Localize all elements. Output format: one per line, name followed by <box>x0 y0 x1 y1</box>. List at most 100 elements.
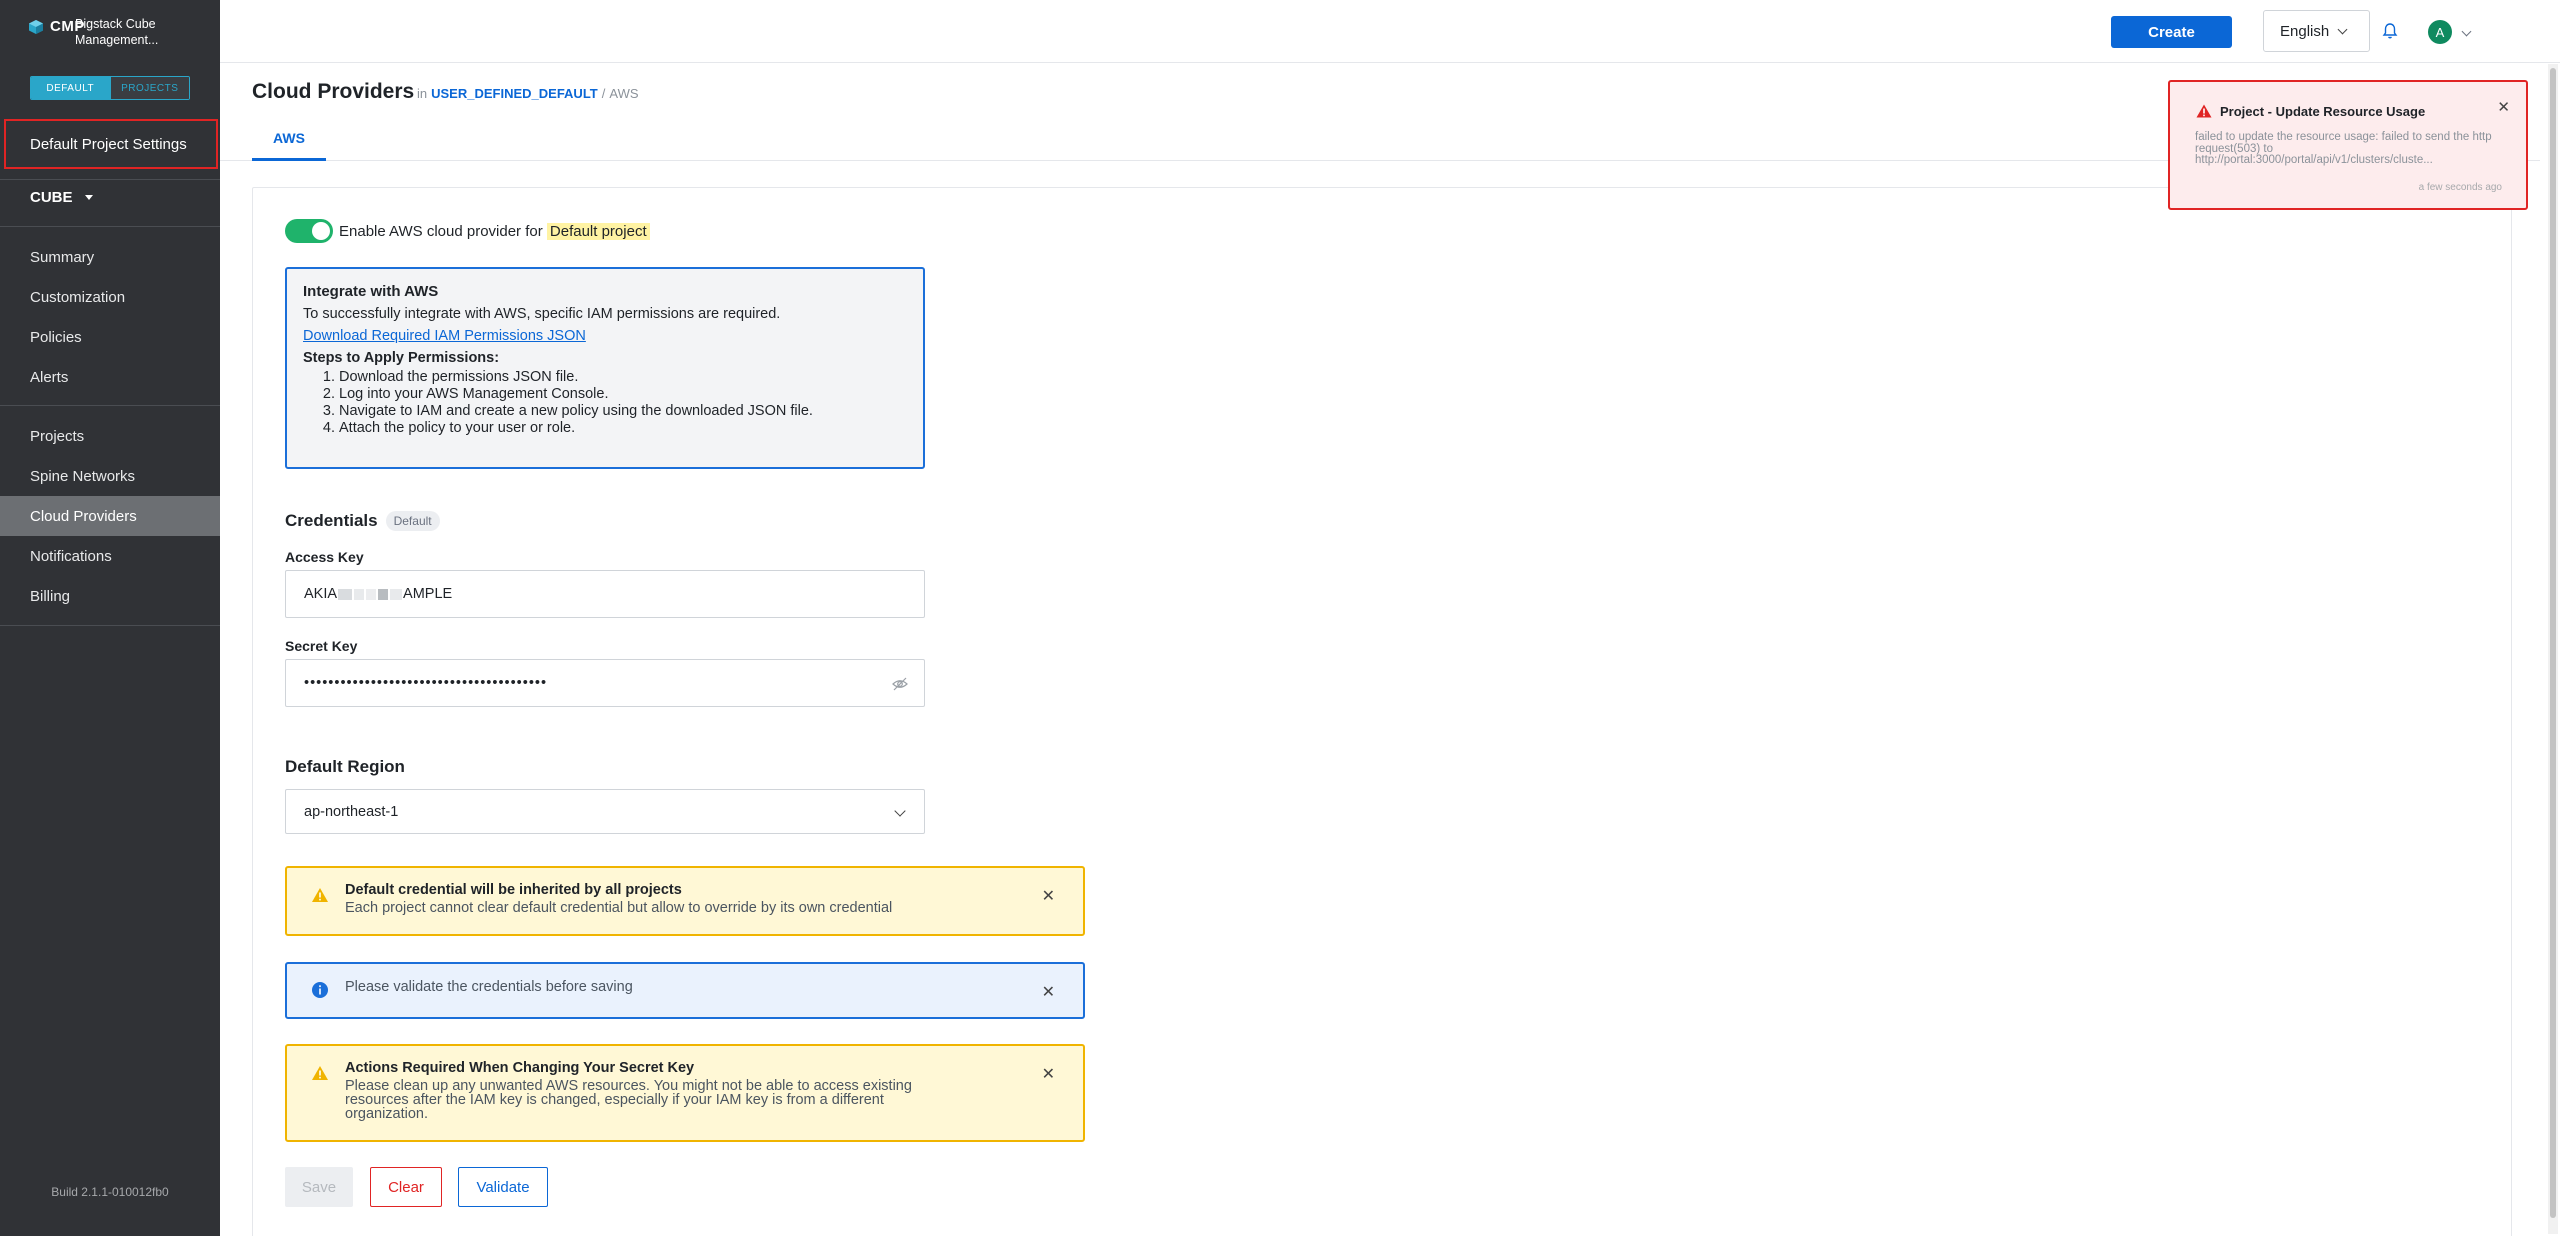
app-name: Bigstack Cube Management... <box>75 16 205 48</box>
secret-key-value: •••••••••••••••••••••••••••••••••••••••• <box>304 675 548 691</box>
language-value: English <box>2280 22 2330 40</box>
validate-button[interactable]: Validate <box>458 1167 548 1207</box>
validate-info-alert: Please validate the credentials before s… <box>285 962 1085 1019</box>
app-name-line2: Management... <box>75 33 159 47</box>
avatar[interactable]: A <box>2428 20 2452 44</box>
cube-selector-label: CUBE <box>30 189 73 206</box>
close-icon[interactable]: ✕ <box>1042 1064 1055 1084</box>
error-toast: Project - Update Resource Usage ✕ failed… <box>2168 80 2528 210</box>
toast-timestamp: a few seconds ago <box>2418 182 2502 193</box>
sidebar-divider <box>0 625 220 626</box>
chevron-down-icon <box>2337 24 2348 34</box>
scrollbar-thumb[interactable] <box>2550 68 2556 1218</box>
steps-list: Download the permissions JSON file. Log … <box>303 369 907 437</box>
error-warning-icon <box>2196 104 2212 118</box>
sidebar-item-cloud-providers[interactable]: Cloud Providers <box>0 496 220 536</box>
step-item: Attach the policy to your user or role. <box>339 420 907 437</box>
credentials-default-badge: Default <box>385 511 440 531</box>
enable-label-highlight: Default project <box>546 223 650 240</box>
app-name-line1: Bigstack Cube <box>75 17 156 31</box>
sidebar-divider <box>0 179 220 180</box>
access-key-prefix: AKIA <box>304 586 338 602</box>
page-title: Cloud Providers <box>252 80 415 103</box>
integrate-aws-panel: Integrate with AWS To successfully integ… <box>285 267 925 469</box>
breadcrumb-provider: AWS <box>609 86 639 101</box>
breadcrumb: in USER_DEFINED_DEFAULT / AWS <box>417 86 639 101</box>
alert-title: Default credential will be inherited by … <box>345 882 682 898</box>
close-icon[interactable]: ✕ <box>1042 982 1055 1002</box>
breadcrumb-separator: / <box>601 86 606 101</box>
secret-key-label: Secret Key <box>285 638 358 654</box>
credentials-heading: Credentials Default <box>285 511 440 531</box>
breadcrumb-scope-link[interactable]: USER_DEFINED_DEFAULT <box>431 86 598 101</box>
redaction-mask <box>378 588 389 600</box>
toast-message: failed to update the resource usage: fai… <box>2195 131 2492 166</box>
create-button[interactable]: Create <box>2111 16 2232 48</box>
sidebar-item-projects[interactable]: Projects <box>0 416 220 456</box>
toggle-knob <box>312 222 330 240</box>
secret-key-warning-alert: Actions Required When Changing Your Secr… <box>285 1044 1085 1142</box>
warning-icon <box>312 1066 328 1080</box>
mode-toggle: DEFAULT PROJECTS <box>30 76 190 100</box>
secret-key-input[interactable]: •••••••••••••••••••••••••••••••••••••••• <box>285 659 925 707</box>
download-permissions-link[interactable]: Download Required IAM Permissions JSON <box>303 328 586 344</box>
steps-title: Steps to Apply Permissions: <box>303 350 500 366</box>
access-key-label: Access Key <box>285 549 364 565</box>
sidebar-item-notifications[interactable]: Notifications <box>0 536 220 576</box>
sidebar-item-billing[interactable]: Billing <box>0 576 220 616</box>
alert-title: Actions Required When Changing Your Secr… <box>345 1060 695 1076</box>
save-button[interactable]: Save <box>285 1167 353 1207</box>
breadcrumb-in: in <box>417 86 428 101</box>
sidebar-item-summary[interactable]: Summary <box>0 237 220 277</box>
sidebar-item-alerts[interactable]: Alerts <box>0 357 220 397</box>
redaction-mask <box>366 588 377 600</box>
step-item: Log into your AWS Management Console. <box>339 386 907 403</box>
alert-body: Please validate the credentials before s… <box>345 979 633 995</box>
region-select[interactable]: ap-northeast-1 <box>285 789 925 834</box>
credentials-title: Credentials <box>285 511 378 530</box>
sidebar-item-spine-networks[interactable]: Spine Networks <box>0 456 220 496</box>
chevron-down-icon <box>894 805 906 817</box>
chevron-down-icon[interactable] <box>2461 26 2472 37</box>
redaction-mask <box>338 588 353 600</box>
info-icon <box>312 982 328 998</box>
enable-label-text: Enable AWS cloud provider for <box>339 223 543 240</box>
step-item: Download the permissions JSON file. <box>339 369 907 386</box>
cube-logo-icon <box>29 19 43 34</box>
default-region-title: Default Region <box>285 757 405 776</box>
close-icon[interactable]: ✕ <box>1042 886 1055 906</box>
sidebar-item-customization[interactable]: Customization <box>0 277 220 317</box>
sidebar-item-policies[interactable]: Policies <box>0 317 220 357</box>
caret-down-icon <box>84 195 93 200</box>
inherit-warning-alert: Default credential will be inherited by … <box>285 866 1085 936</box>
clear-button[interactable]: Clear <box>370 1167 442 1207</box>
eye-off-icon[interactable] <box>892 676 908 692</box>
sidebar-divider <box>0 226 220 227</box>
tab-aws[interactable]: AWS <box>252 118 326 161</box>
toast-title: Project - Update Resource Usage <box>2220 104 2426 119</box>
sidebar-divider <box>0 405 220 406</box>
redaction-mask <box>390 588 403 600</box>
alert-body: Each project cannot clear default creden… <box>345 900 893 916</box>
build-version: Build 2.1.1-010012fb0 <box>51 1185 169 1199</box>
access-key-input[interactable]: AKIA AMPLE <box>285 570 925 618</box>
region-value: ap-northeast-1 <box>304 803 399 820</box>
default-project-settings-link[interactable]: Default Project Settings <box>4 119 218 169</box>
integrate-title: Integrate with AWS <box>303 283 439 300</box>
enable-aws-label: Enable AWS cloud provider for Default pr… <box>339 223 650 240</box>
page-scrollbar[interactable] <box>2548 64 2558 1234</box>
mode-projects-tab[interactable]: PROJECTS <box>109 77 189 99</box>
bell-icon[interactable] <box>2382 22 2398 40</box>
sidebar: CMP Bigstack Cube Management... DEFAULT … <box>0 0 220 1236</box>
close-icon[interactable]: ✕ <box>2497 98 2510 116</box>
language-select[interactable]: English <box>2263 10 2370 52</box>
alert-body: Please clean up any unwanted AWS resourc… <box>345 1078 912 1122</box>
warning-icon <box>312 888 328 902</box>
step-item: Navigate to IAM and create a new policy … <box>339 403 907 420</box>
topbar: Create English A <box>220 0 2560 63</box>
redaction-mask <box>354 588 365 600</box>
mode-default-tab[interactable]: DEFAULT <box>31 77 110 99</box>
access-key-suffix: AMPLE <box>403 586 453 602</box>
cube-selector[interactable]: CUBE <box>30 189 93 206</box>
enable-aws-toggle[interactable] <box>285 219 333 243</box>
